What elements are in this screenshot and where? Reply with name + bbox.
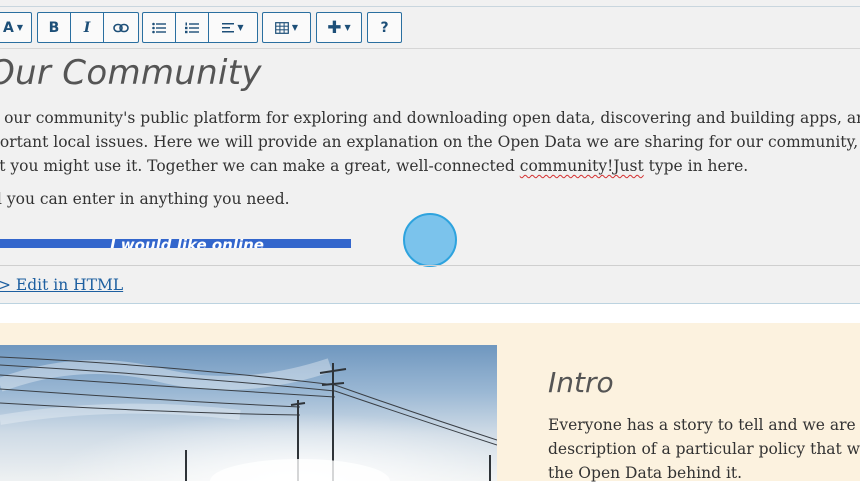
- paragraph-line: type in here.: [643, 157, 749, 175]
- divider: [0, 303, 860, 304]
- power-lines-photo: [0, 345, 497, 481]
- bulleted-list-button[interactable]: [143, 13, 176, 42]
- caret-down-icon: ▼: [237, 23, 244, 32]
- intro-heading: Intro: [548, 366, 614, 399]
- highlight-banner: I would like online: [0, 239, 351, 248]
- paragraph-line: portant local issues. Here we will provi…: [0, 133, 860, 151]
- caret-down-icon: ▼: [344, 23, 351, 32]
- list-group: ▼: [142, 12, 258, 43]
- help-button[interactable]: ?: [368, 13, 401, 42]
- help-label: ?: [380, 19, 389, 36]
- numbered-list-icon: [185, 22, 199, 33]
- paragraph-line: at you might use it. Together we can mak…: [0, 157, 520, 175]
- divider: [0, 265, 860, 266]
- misspelled-word[interactable]: community!Just: [520, 157, 644, 175]
- body-paragraph: e our community's public platform for ex…: [0, 106, 860, 178]
- align-dropdown-button[interactable]: ▼: [209, 13, 257, 42]
- bulleted-list-icon: [152, 22, 166, 33]
- edit-in-html-link[interactable]: > Edit in HTML: [0, 276, 123, 294]
- intro-line: Everyone has a story to tell and we are …: [548, 416, 860, 434]
- help-group: ?: [367, 12, 402, 43]
- italic-label: I: [83, 19, 91, 36]
- body-line: d you can enter in anything you need.: [0, 190, 290, 208]
- link-button[interactable]: [104, 13, 138, 42]
- bold-button[interactable]: B: [38, 13, 71, 42]
- link-icon: [113, 23, 129, 32]
- format-group: B I: [37, 12, 139, 43]
- table-group: ▼: [262, 12, 311, 43]
- table-icon: [275, 21, 289, 34]
- page-heading: Our Community: [0, 53, 262, 93]
- font-label: A: [3, 19, 14, 36]
- caret-down-icon: ▼: [291, 23, 299, 32]
- insert-dropdown-button[interactable]: ✚ ▼: [317, 13, 361, 42]
- font-dropdown-button[interactable]: A ▼: [0, 13, 31, 42]
- toolbar-divider: [0, 48, 860, 49]
- italic-button[interactable]: I: [71, 13, 104, 42]
- intro-line: the Open Data behind it.: [548, 464, 743, 482]
- numbered-list-button[interactable]: [176, 13, 209, 42]
- insert-group: ✚ ▼: [316, 12, 362, 43]
- power-lines-image: [0, 345, 497, 481]
- banner-text: I would like online: [110, 239, 264, 248]
- plus-icon: ✚: [327, 17, 342, 38]
- font-group: A ▼: [0, 12, 32, 43]
- bold-label: B: [48, 19, 60, 36]
- align-icon: [222, 22, 235, 32]
- divider: [0, 6, 860, 7]
- table-dropdown-button[interactable]: ▼: [263, 13, 310, 42]
- caret-down-icon: ▼: [16, 23, 23, 32]
- touch-cursor-indicator: [403, 213, 457, 267]
- intro-line: description of a particular policy that …: [548, 440, 860, 458]
- intro-paragraph: Everyone has a story to tell and we are …: [548, 413, 860, 485]
- paragraph-line: e our community's public platform for ex…: [0, 109, 860, 127]
- rich-text-editor[interactable]: A ▼ B I ▼ ▼ ✚ ▼ ? Our Community e our co…: [0, 0, 860, 303]
